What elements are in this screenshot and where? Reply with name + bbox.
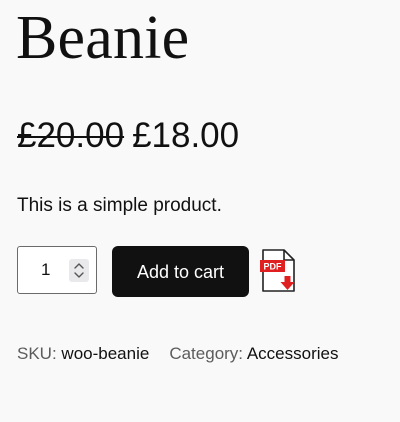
chevron-up-down-icon: [74, 263, 84, 278]
category: Category: Accessories: [169, 344, 338, 363]
quantity-stepper[interactable]: [69, 259, 89, 282]
sku-label: SKU:: [17, 344, 57, 363]
product-price: £20.00 £18.00: [17, 112, 239, 160]
sku: SKU: woo-beanie: [17, 344, 149, 363]
product-meta: SKU: woo-beanie Category: Accessories: [17, 343, 338, 365]
quantity-input[interactable]: 1: [17, 246, 97, 294]
add-to-cart-button[interactable]: Add to cart: [112, 246, 249, 297]
product-title: Beanie: [16, 4, 190, 72]
regular-price: £20.00: [17, 116, 125, 155]
category-link[interactable]: Accessories: [247, 344, 339, 363]
sku-value: woo-beanie: [61, 344, 150, 363]
product-description: This is a simple product.: [17, 195, 222, 216]
pdf-file-download-icon: PDF: [260, 249, 295, 292]
sale-price: £18.00: [132, 116, 240, 155]
quantity-value[interactable]: 1: [41, 259, 50, 281]
pdf-badge-text: PDF: [264, 262, 283, 272]
category-label: Category:: [169, 344, 244, 363]
pdf-download-link[interactable]: PDF: [259, 249, 299, 293]
